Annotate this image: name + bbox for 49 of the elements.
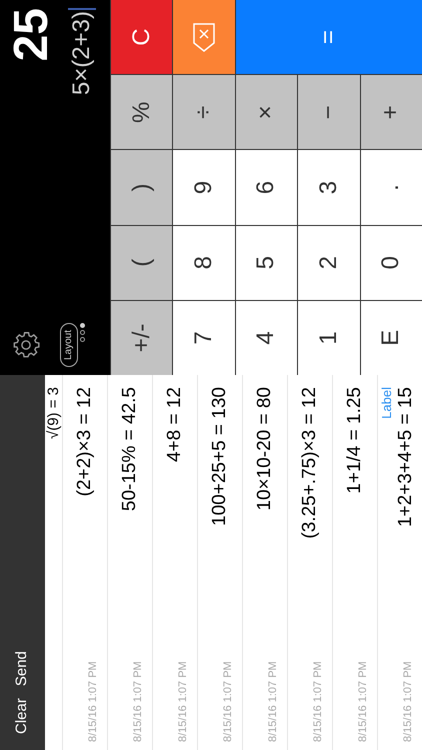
backspace-icon [193,22,216,52]
toolbar-button[interactable]: Clear [11,698,34,734]
history-date: 8/15/16 1:07 PM [220,661,234,742]
history-date: 8/15/16 1:07 PM [130,661,144,742]
calculator-key[interactable]: % [111,75,172,150]
calculator-key[interactable]: 1 [298,300,360,375]
calculator-key[interactable]: × [236,75,298,150]
calculator-key[interactable]: 4 [236,300,298,375]
history-expression[interactable]: 1+2+3+4+5 = 15 [394,387,418,528]
calculator-key[interactable]: ) [111,150,172,225]
calculator-key[interactable]: + [360,75,422,150]
history-date: 8/15/16 1:07 PM [400,661,414,742]
calculator-key[interactable]: . [360,150,422,225]
calculator-key[interactable]: 3 [298,150,360,225]
history-expression[interactable]: (3.25+.75)×3 = 12 [298,387,322,539]
history-label: Label [380,387,394,419]
calculator-key[interactable]: E [360,300,422,375]
calculator-key[interactable]: C [111,0,172,74]
calculator-key[interactable]: 7 [173,300,235,375]
calculator-key[interactable]: = [236,0,422,74]
layout-button[interactable]: Layout [60,322,78,368]
history-date: 8/15/16 1:07 PM [176,661,190,742]
toolbar-button[interactable]: Send [11,651,34,686]
history-expression[interactable]: 10×10-20 = 80 [253,387,277,511]
calculator-key[interactable]: 0 [360,226,422,300]
history-expression[interactable]: 1+1/4 = 1.25 [343,387,367,494]
backspace-button[interactable] [173,0,235,74]
history-date: 8/15/16 1:07 PM [266,661,280,742]
calculator-key[interactable]: ( [111,226,172,300]
history-expression[interactable]: 4+8 = 12 [163,387,187,462]
history-expression[interactable]: 50-15% = 42.5 [118,387,142,512]
calculator-key[interactable]: 6 [236,150,298,225]
result-display: 25 [4,8,59,62]
text-cursor [68,8,96,10]
calculator-key[interactable]: ÷ [173,75,235,150]
calculator-key[interactable]: 9 [173,150,235,225]
history-date: 8/15/16 1:07 PM [356,661,370,742]
history-expression[interactable]: 100+25+5 = 130 [208,387,232,526]
settings-icon[interactable] [12,331,40,359]
history-expression[interactable]: √(9) = 3 [45,387,62,440]
history-date: 8/15/16 1:07 PM [86,661,100,742]
calculator-key[interactable]: 8 [173,226,235,300]
expression-display: 5×(2+3) [68,11,96,96]
calculator-key[interactable]: 5 [236,226,298,300]
calculator-key[interactable]: 2 [298,226,360,300]
calculator-key[interactable]: +/- [111,300,172,375]
calculator-key[interactable]: − [298,75,360,150]
history-expression[interactable]: (2+2)×3 = 12 [73,387,97,496]
history-date: 8/15/16 1:07 PM [310,661,324,742]
